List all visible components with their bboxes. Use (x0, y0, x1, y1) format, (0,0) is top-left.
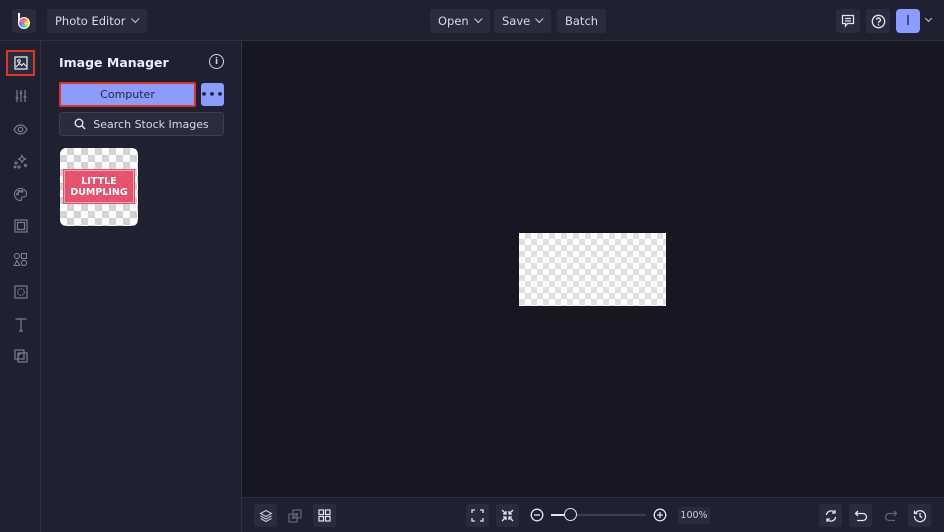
frame-icon (13, 219, 28, 233)
zoom-in-button[interactable] (653, 508, 667, 522)
fit-screen-button[interactable] (466, 504, 489, 527)
overlay-icon (13, 349, 28, 363)
canvas-area[interactable] (242, 41, 944, 497)
zoom-level[interactable]: 100% (678, 507, 710, 524)
rail-item-graphics[interactable] (6, 246, 35, 272)
history-icon (913, 509, 926, 522)
layers-icon (258, 509, 273, 522)
help-button[interactable] (866, 9, 890, 33)
rail-item-touch-up[interactable] (6, 148, 35, 174)
transform-button[interactable] (283, 504, 306, 527)
rail-item-textures[interactable] (6, 279, 35, 305)
chevron-down-icon (473, 14, 483, 24)
texture-icon (13, 285, 28, 299)
sparkle-icon (13, 153, 28, 169)
batch-button[interactable]: Batch (557, 9, 607, 33)
rail-item-image-manager[interactable] (6, 50, 35, 76)
layers-button[interactable] (254, 504, 277, 527)
thumbnail-text-line: LITTLE (81, 175, 117, 187)
rail-item-text[interactable] (6, 311, 35, 337)
logo-icon[interactable] (12, 9, 36, 33)
image-manager-panel: Image Manager i Computer ••• Search Stoc… (41, 41, 242, 532)
rail-item-frames[interactable] (6, 213, 35, 239)
info-icon[interactable]: i (209, 54, 224, 69)
rail-item-overlays[interactable] (6, 343, 35, 369)
text-icon (15, 317, 26, 332)
zoom-slider-handle[interactable] (564, 508, 577, 521)
comment-button[interactable] (836, 9, 860, 33)
palette-icon (13, 187, 28, 201)
tool-rail (0, 41, 41, 532)
chevron-down-icon (535, 14, 544, 24)
top-bar: Photo Editor Open Save Batch I (0, 0, 944, 41)
rail-item-adjustments[interactable] (6, 83, 35, 109)
zoom-slider[interactable] (551, 508, 646, 521)
batch-label: Batch (565, 14, 599, 28)
thumbnail-text-line: DUMPLING (70, 186, 128, 198)
grid-view-button[interactable] (313, 504, 336, 527)
history-button[interactable] (908, 504, 931, 527)
computer-upload-button[interactable]: Computer (59, 82, 196, 107)
bottom-toolbar: 100% (242, 497, 944, 532)
fit-screen-icon (471, 509, 484, 522)
actual-size-icon (501, 509, 514, 522)
app-menu-label: Photo Editor (55, 14, 126, 28)
more-options-button[interactable]: ••• (200, 83, 224, 106)
shapes-icon (13, 252, 28, 266)
search-icon (74, 118, 86, 130)
zoom-out-icon (530, 508, 544, 522)
help-icon (871, 14, 885, 28)
sync-button[interactable] (819, 504, 842, 527)
chevron-down-icon[interactable] (924, 14, 933, 23)
zoom-in-icon (653, 508, 667, 522)
transform-icon (287, 508, 302, 523)
app-menu-button[interactable]: Photo Editor (47, 9, 147, 33)
image-icon (13, 56, 28, 70)
rail-item-artsy[interactable] (6, 181, 35, 207)
zoom-out-button[interactable] (530, 508, 544, 522)
search-stock-images-button[interactable]: Search Stock Images (59, 112, 224, 136)
open-label: Open (438, 14, 469, 28)
sync-icon (825, 509, 836, 522)
canvas-image[interactable] (519, 233, 666, 306)
redo-button[interactable] (879, 504, 902, 527)
undo-button[interactable] (849, 504, 872, 527)
avatar[interactable]: I (896, 9, 920, 33)
save-button[interactable]: Save (494, 9, 552, 33)
save-label: Save (502, 14, 531, 28)
image-thumbnail[interactable]: LITTLE DUMPLING (60, 148, 138, 226)
undo-icon (854, 510, 867, 522)
open-button[interactable]: Open (430, 9, 490, 33)
eye-icon (13, 123, 28, 135)
panel-title: Image Manager (59, 55, 169, 70)
thumbnail-artwork: LITTLE DUMPLING (63, 169, 135, 204)
search-label: Search Stock Images (93, 117, 209, 131)
rail-item-effects[interactable] (6, 116, 35, 142)
redo-icon (884, 510, 897, 522)
actual-size-button[interactable] (496, 504, 519, 527)
comment-icon (841, 14, 855, 28)
grid-icon (318, 509, 331, 522)
sliders-icon (15, 90, 26, 102)
chevron-down-icon (130, 14, 140, 24)
